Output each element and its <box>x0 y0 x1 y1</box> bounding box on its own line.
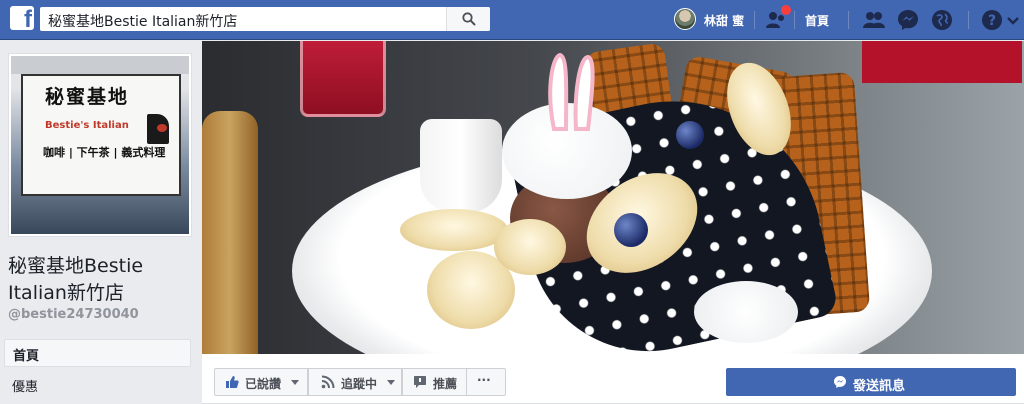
search-input[interactable]: 秘蜜基地Bestie Italian新竹店 <box>48 11 237 31</box>
sidebar-item-label: 優惠 <box>12 380 39 395</box>
page-sidebar: 秘蜜基地 Bestie's Italian 咖啡 | 下午茶 | 義式料理 秘蜜… <box>0 41 200 404</box>
storefront-photo: 秘蜜基地 Bestie's Italian 咖啡 | 下午茶 | 義式料理 <box>11 56 189 234</box>
top-navigation-bar: f 秘蜜基地Bestie Italian新竹店 林甜 蜜 首頁 ? <box>0 0 1024 40</box>
friend-requests-icon[interactable] <box>764 4 792 32</box>
send-message-label: 發送訊息 <box>853 379 906 394</box>
notification-badge <box>780 4 792 16</box>
divider <box>848 11 849 29</box>
friends-icon[interactable] <box>862 8 886 32</box>
red-object <box>862 41 1022 83</box>
facebook-logo-icon[interactable]: f <box>10 6 34 30</box>
recommend-label: 推薦 <box>433 377 458 391</box>
following-label: 追蹤中 <box>341 377 378 391</box>
chevron-down-icon <box>387 380 395 385</box>
banana-slice <box>494 219 566 275</box>
following-button[interactable]: 追蹤中 <box>308 368 402 396</box>
red-drink-glass <box>300 41 386 117</box>
blueberry <box>676 121 704 149</box>
divider <box>794 11 795 29</box>
logo-letter: f <box>24 6 32 30</box>
high-heel-icon <box>147 114 169 144</box>
messenger-icon[interactable] <box>896 8 920 32</box>
page-title[interactable]: 秘蜜基地Bestie Italian新竹店 <box>8 253 198 307</box>
search-button[interactable] <box>446 7 490 31</box>
help-icon[interactable]: ? <box>980 8 1004 32</box>
cover-photo[interactable] <box>202 41 1024 354</box>
chevron-down-icon <box>291 380 299 385</box>
more-button[interactable]: ··· <box>466 368 506 396</box>
store-sign: 秘蜜基地 Bestie's Italian 咖啡 | 下午茶 | 義式料理 <box>21 74 181 196</box>
sign-subtitle: Bestie's Italian <box>45 120 129 131</box>
blueberry <box>614 213 648 247</box>
divider <box>968 11 969 29</box>
liked-button[interactable]: 已說讚 <box>214 368 308 396</box>
messenger-icon <box>834 376 846 388</box>
avatar <box>674 8 696 30</box>
sidebar-item-offers[interactable]: 優惠 <box>4 371 191 399</box>
page-action-bar: 已說讚 追蹤中 推薦 ··· 發送訊息 <box>202 354 1024 404</box>
sign-row: 咖啡 | 下午茶 | 義式料理 <box>43 146 166 159</box>
profile-picture[interactable]: 秘蜜基地 Bestie's Italian 咖啡 | 下午茶 | 義式料理 <box>8 53 192 237</box>
svg-text:?: ? <box>988 13 996 29</box>
send-message-button[interactable]: 發送訊息 <box>726 368 1016 396</box>
whipped-cream <box>694 281 798 343</box>
syrup-pitcher <box>420 119 502 213</box>
sidebar-item-home[interactable]: 首頁 <box>4 339 191 367</box>
liked-label: 已說讚 <box>245 377 282 391</box>
bunny-ears-decoration <box>548 52 595 131</box>
thumbs-up-icon <box>226 376 239 388</box>
home-link[interactable]: 首頁 <box>805 12 829 29</box>
more-icon: ··· <box>477 373 491 387</box>
recommend-button[interactable]: 推薦 <box>402 368 472 396</box>
divider <box>754 11 755 29</box>
globe-icon[interactable] <box>930 8 954 32</box>
search-box[interactable]: 秘蜜基地Bestie Italian新竹店 <box>40 7 490 31</box>
user-name: 林甜 蜜 <box>704 14 745 28</box>
page-username: @bestie24730040 <box>8 307 139 322</box>
speech-bubble-icon <box>414 376 426 388</box>
caret-down-icon[interactable] <box>1006 8 1024 32</box>
sign-title: 秘蜜基地 <box>45 86 130 108</box>
search-icon <box>462 12 476 26</box>
sidebar-item-label: 首頁 <box>13 349 40 364</box>
juice-bottle <box>202 111 258 354</box>
banana-slice <box>400 209 508 251</box>
rss-icon <box>321 375 335 389</box>
